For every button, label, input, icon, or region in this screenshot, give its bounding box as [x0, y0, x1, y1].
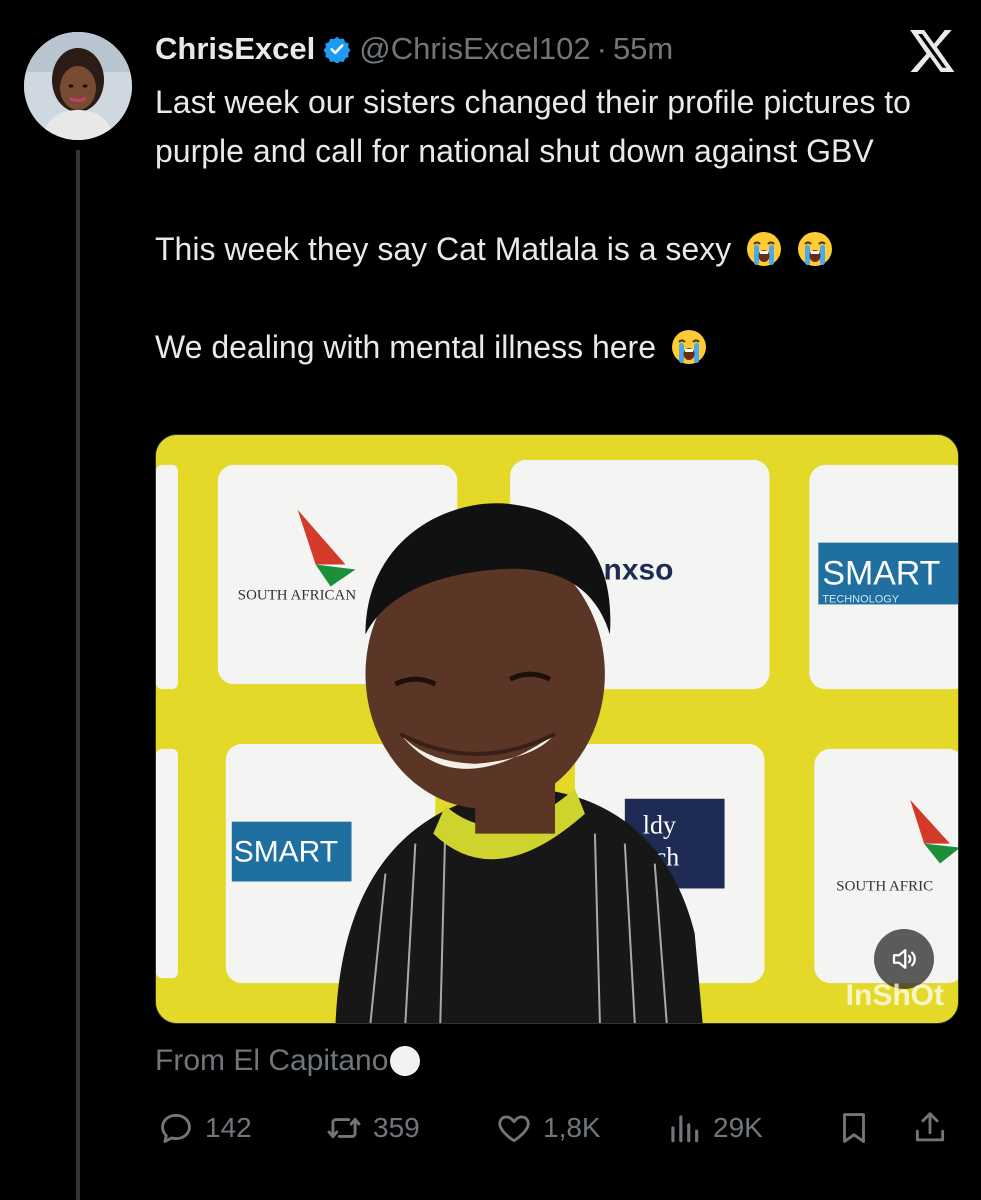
volume-icon [892, 949, 916, 969]
reply-count: 142 [205, 1112, 252, 1143]
reply-button[interactable]: 142 [157, 1100, 252, 1156]
verified-badge-icon [323, 36, 351, 63]
post-text-line-2: This week they say Cat Matlala is a sexy [155, 225, 955, 274]
sponsor-text-3: SMART [822, 555, 940, 593]
video-media[interactable]: SOUTH AFRICAN anxso SMART TECHNOLOGY SMA… [155, 434, 959, 1024]
thread-line [76, 150, 80, 1200]
sponsor-text-8: SOUTH AFRIC [836, 878, 933, 894]
views-chart-icon [671, 1115, 699, 1143]
reply-icon [161, 1113, 191, 1143]
repost-count: 359 [373, 1112, 420, 1143]
post-text-line-2-content: This week they say Cat Matlala is a sexy [155, 231, 732, 267]
media-caption-text: From El Capitano [155, 1044, 389, 1077]
share-icon [915, 1112, 945, 1142]
post-time[interactable]: 55m [613, 31, 673, 67]
avatar-image [24, 32, 132, 140]
media-caption: From El Capitano [155, 1044, 421, 1078]
repost-icon [327, 1117, 361, 1139]
heart-icon [498, 1115, 530, 1143]
post-header: ChrisExcel @ChrisExcel102 · 55m [155, 28, 673, 70]
sponsor-text-5: SMART [234, 836, 338, 869]
views-button[interactable]: 29K [665, 1100, 763, 1156]
bookmark-button[interactable] [835, 1100, 883, 1156]
white-circle-emoji [390, 1046, 421, 1076]
post-text-line-3-content: We dealing with mental illness here [155, 329, 656, 365]
repost-button[interactable]: 359 [325, 1100, 420, 1156]
avatar[interactable] [24, 32, 132, 140]
loudly-crying-face-emoji [798, 232, 832, 266]
loudly-crying-face-emoji [747, 232, 782, 266]
bookmark-icon [843, 1113, 865, 1143]
sponsor-text-1: SOUTH AFRICAN [238, 587, 357, 603]
video-watermark: InShOt [845, 979, 944, 1012]
sponsor-text-4: TECHNOLOGY [822, 593, 899, 605]
action-bar: 142 359 1,8K 29K [155, 1100, 955, 1156]
like-count: 1,8K [543, 1112, 601, 1143]
post-text: Last week our sisters changed their prof… [155, 78, 955, 372]
post-text-line-1: Last week our sisters changed their prof… [155, 84, 911, 169]
share-button[interactable] [911, 1100, 959, 1156]
separator-dot: · [596, 31, 607, 66]
x-logo-icon [910, 30, 955, 72]
user-handle[interactable]: @ChrisExcel102 [359, 31, 590, 67]
display-name[interactable]: ChrisExcel [155, 31, 315, 67]
like-button[interactable]: 1,8K [495, 1100, 601, 1156]
video-frame: SOUTH AFRICAN anxso SMART TECHNOLOGY SMA… [156, 435, 958, 1023]
loudly-crying-face-emoji [671, 330, 706, 364]
sponsor-text-6: ldy [643, 811, 676, 840]
views-count: 29K [713, 1112, 763, 1143]
post-text-line-3: We dealing with mental illness here [155, 323, 955, 372]
